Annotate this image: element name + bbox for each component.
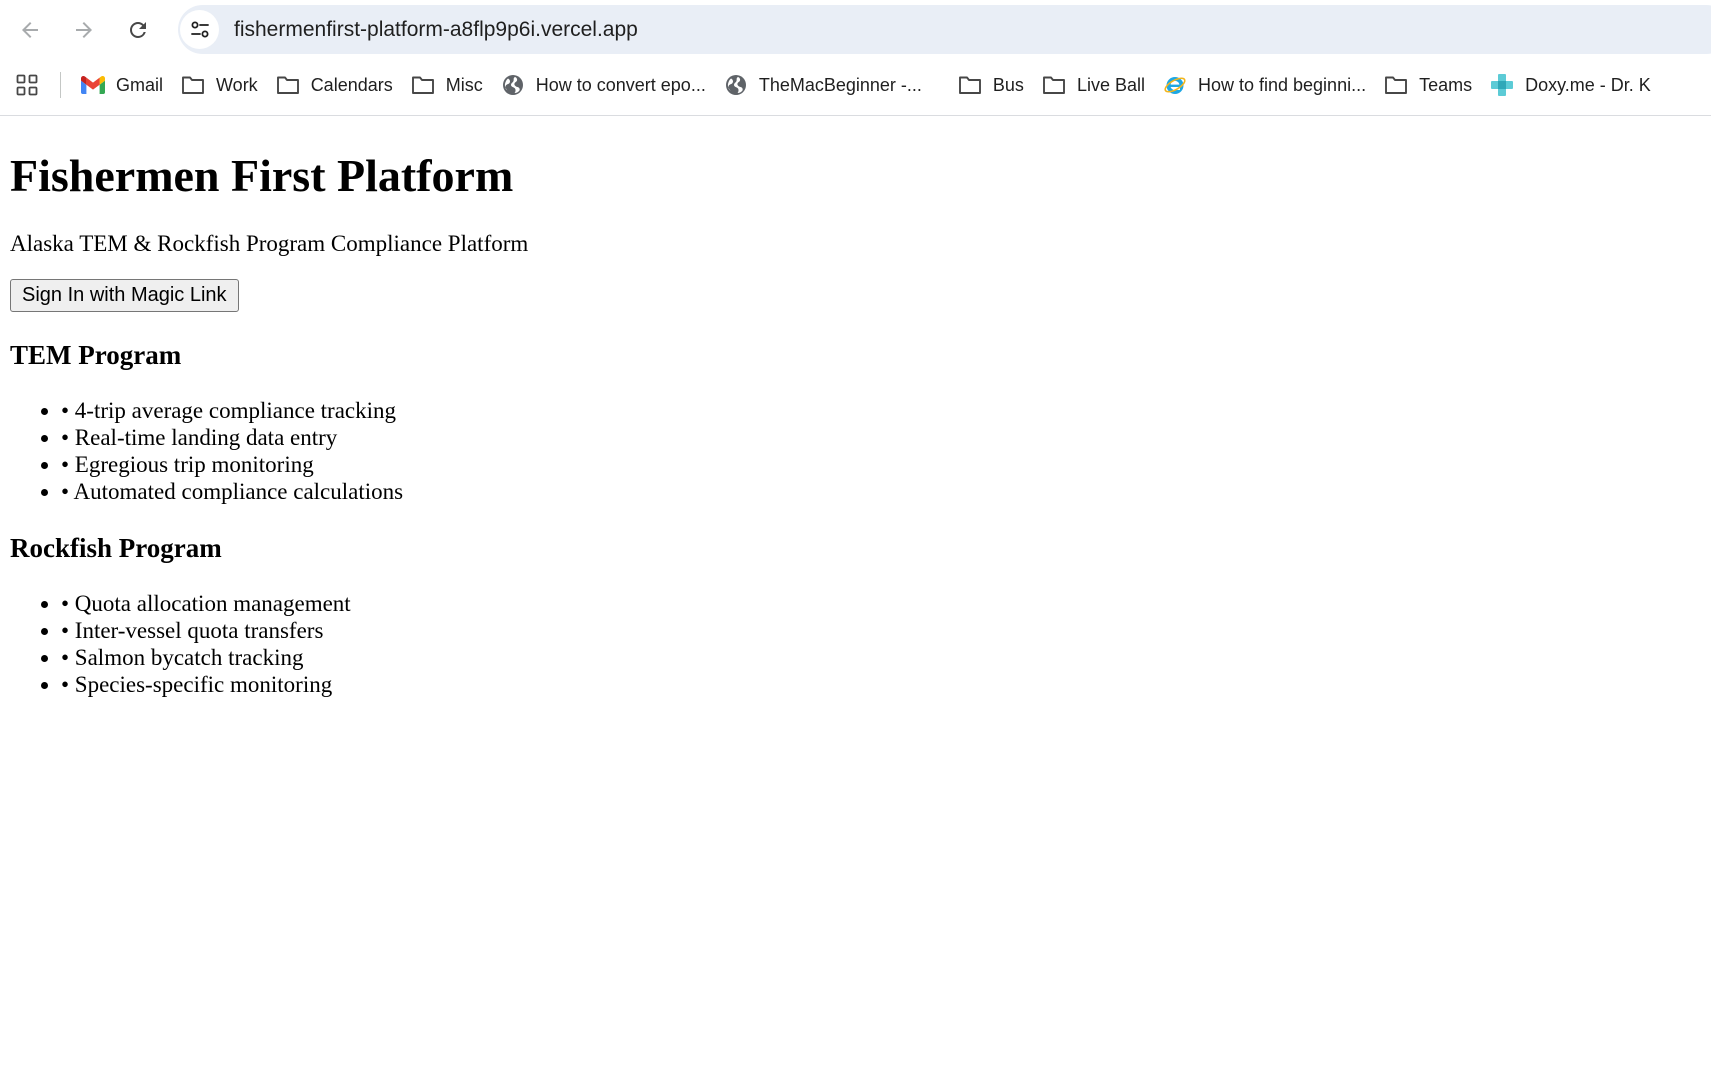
bookmark-label: How to find beginni... — [1197, 74, 1367, 95]
bookmark-label: Teams — [1419, 74, 1473, 95]
arrow-right-icon — [76, 22, 92, 38]
folder-icon — [411, 73, 435, 97]
bookmark-folder-calendars[interactable]: Calendars — [268, 68, 403, 102]
bookmark-label: Doxy.me - Dr. K — [1525, 74, 1651, 95]
list-item: • Species-specific monitoring — [61, 671, 1701, 698]
bookmark-label: Calendars — [310, 74, 393, 95]
bookmark-find-beginning[interactable]: How to find beginni... — [1155, 68, 1376, 102]
bookmark-label: Live Ball — [1076, 74, 1145, 95]
bookmark-label: How to convert epo... — [535, 74, 706, 95]
section-heading-tem: TEM Program — [10, 340, 182, 371]
apps-grid-icon — [16, 74, 38, 96]
folder-icon — [1384, 73, 1408, 97]
sign-in-magic-link-button[interactable]: Sign In with Magic Link — [10, 279, 239, 313]
back-button[interactable] — [12, 12, 48, 48]
bookmark-label: Misc — [445, 74, 483, 95]
tem-feature-list: • 4-trip average compliance tracking • R… — [10, 397, 1701, 505]
bookmark-folder-work[interactable]: Work — [173, 68, 268, 102]
globe-icon — [501, 73, 525, 97]
forward-button[interactable] — [66, 12, 102, 48]
bookmark-doxy[interactable]: Doxy.me - Dr. K — [1482, 68, 1661, 102]
folder-icon — [958, 73, 982, 97]
bookmark-label: Work — [216, 74, 258, 95]
bookmark-label: TheMacBeginner -... — [758, 74, 922, 95]
list-item: • 4-trip average compliance tracking — [61, 397, 1701, 424]
page-subtitle: Alaska TEM & Rockfish Program Compliance… — [10, 230, 529, 256]
bookmarks-bar: Gmail Work Calendars Misc How to convert… — [0, 66, 1711, 104]
list-item: • Egregious trip monitoring — [61, 451, 1701, 478]
bookmark-folder-live-ball[interactable]: Live Ball — [1034, 68, 1155, 102]
bookmark-themacbeginner[interactable]: TheMacBeginner -... — [716, 68, 932, 102]
list-item: • Quota allocation management — [61, 590, 1701, 617]
bookmark-folder-bus[interactable]: Bus — [950, 68, 1034, 102]
bookmark-label: Gmail — [116, 74, 164, 95]
folder-icon — [1042, 73, 1066, 97]
navigation-bar: fishermenfirst-platform-a8flp9p6i.vercel… — [0, 0, 1711, 58]
ie-icon — [1163, 73, 1187, 97]
url-text[interactable]: fishermenfirst-platform-a8flp9p6i.vercel… — [234, 5, 638, 54]
bookmark-folder-teams[interactable]: Teams — [1376, 68, 1482, 102]
rockfish-feature-list: • Quota allocation management • Inter-ve… — [10, 590, 1701, 698]
tune-icon — [190, 21, 209, 37]
arrow-left-icon — [22, 22, 38, 38]
bookmarks-separator — [60, 72, 61, 98]
bookmark-gmail[interactable]: Gmail — [73, 68, 173, 102]
globe-icon — [724, 73, 748, 97]
bookmark-label: Bus — [992, 74, 1024, 95]
site-info-button[interactable] — [180, 10, 219, 49]
gmail-icon — [81, 73, 105, 97]
section-heading-rockfish: Rockfish Program — [10, 533, 222, 564]
folder-icon — [276, 73, 300, 97]
list-item: • Inter-vessel quota transfers — [61, 617, 1701, 644]
list-item: • Real-time landing data entry — [61, 424, 1701, 451]
bookmark-convert-epoch[interactable]: How to convert epo... — [493, 68, 716, 102]
page-content: Fishermen First Platform Alaska TEM & Ro… — [0, 117, 1711, 1071]
page-title: Fishermen First Platform — [10, 150, 514, 201]
address-bar[interactable]: fishermenfirst-platform-a8flp9p6i.vercel… — [178, 5, 1711, 54]
doxy-icon — [1490, 73, 1514, 97]
list-item: • Salmon bycatch tracking — [61, 644, 1701, 671]
apps-button[interactable] — [12, 70, 42, 100]
reload-button[interactable] — [120, 12, 156, 48]
reload-icon — [130, 22, 146, 38]
bookmark-folder-misc[interactable]: Misc — [403, 68, 493, 102]
folder-icon — [181, 73, 205, 97]
browser-chrome: fishermenfirst-platform-a8flp9p6i.vercel… — [0, 0, 1711, 116]
list-item: • Automated compliance calculations — [61, 478, 1701, 505]
